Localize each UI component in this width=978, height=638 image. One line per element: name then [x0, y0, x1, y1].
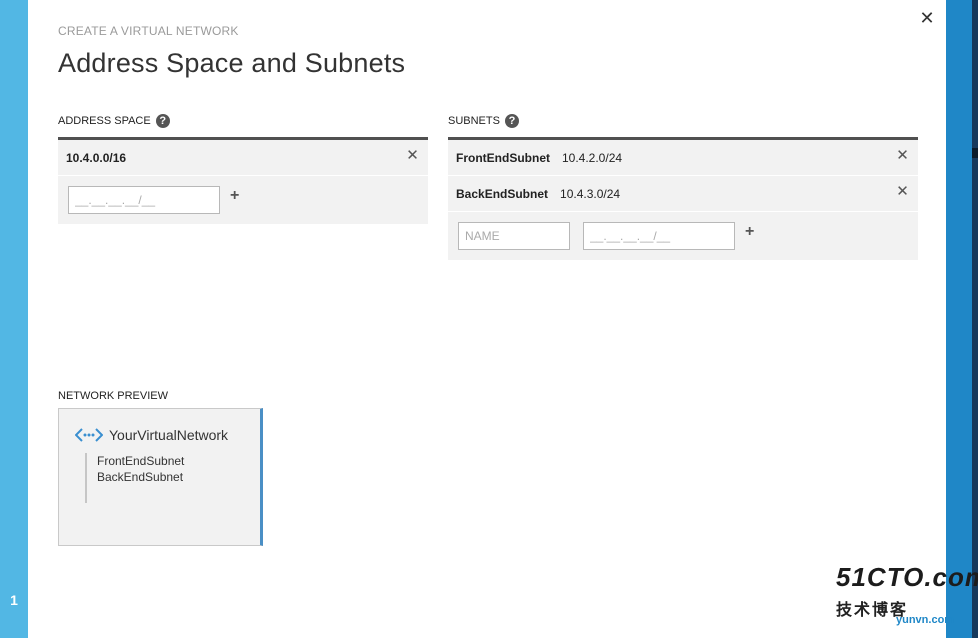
wizard-dialog: ✕ CREATE A VIRTUAL NETWORK Address Space… [28, 0, 946, 638]
right-edge-stripe [972, 0, 978, 638]
close-icon[interactable]: ✕ [918, 9, 936, 27]
new-address-space-row: + [58, 176, 428, 224]
preview-subnet-item: FrontEndSubnet [97, 454, 185, 468]
address-space-label-text: ADDRESS SPACE [58, 115, 151, 127]
network-preview-card: YourVirtualNetwork FrontEndSubnet BackEn… [58, 408, 263, 546]
preview-subnet-list: FrontEndSubnet BackEndSubnet [85, 453, 184, 503]
subnets-help-icon[interactable]: ? [504, 114, 519, 128]
right-edge-rail [946, 0, 978, 638]
subnet-row: FrontEndSubnet 10.4.2.0/24 ✕ [448, 140, 918, 176]
address-space-label: ADDRESS SPACE ? [58, 114, 170, 128]
subnets-label: SUBNETS ? [448, 114, 519, 128]
address-space-help-icon[interactable]: ? [155, 114, 170, 128]
watermark-line-1: 51CTO.com [836, 562, 978, 592]
step-number[interactable]: 1 [0, 592, 28, 608]
address-space-row: 10.4.0.0/16 ✕ [58, 140, 428, 176]
subnet-cidr: 10.4.2.0/24 [561, 150, 623, 165]
right-edge-notch [972, 148, 978, 158]
add-address-space-plus-icon[interactable]: + [230, 187, 239, 205]
remove-address-space-close-icon[interactable]: ✕ [405, 148, 420, 163]
subnets-panel: FrontEndSubnet 10.4.2.0/24 ✕ BackEndSubn… [448, 137, 918, 260]
add-subnet-plus-icon[interactable]: + [745, 223, 754, 241]
subnet-name-input[interactable] [458, 222, 570, 250]
subnets-label-text: SUBNETS [448, 115, 500, 127]
subnet-cidr: 10.4.3.0/24 [560, 186, 621, 201]
address-space-panel: 10.4.0.0/16 ✕ + [58, 137, 428, 224]
left-step-rail: 1 [0, 0, 28, 638]
new-subnet-row: + [448, 212, 918, 260]
network-preview-label-text: NETWORK PREVIEW [58, 390, 169, 402]
virtual-network-icon [75, 428, 103, 442]
new-address-space-input[interactable] [68, 186, 220, 214]
network-preview-label: NETWORK PREVIEW [58, 390, 168, 402]
watermark-line-3: yunvn.com [896, 614, 955, 626]
address-space-cidr: 10.4.0.0/16 [66, 150, 127, 165]
subnet-row: BackEndSubnet 10.4.3.0/24 ✕ [448, 176, 918, 212]
page-title: Address Space and Subnets [58, 48, 406, 78]
preview-network-name: YourVirtualNetwork [109, 427, 229, 443]
subnet-name: BackEndSubnet [456, 186, 549, 201]
remove-subnet-close-icon[interactable]: ✕ [895, 184, 910, 199]
wizard-caption: CREATE A VIRTUAL NETWORK [58, 24, 239, 38]
watermark: 51CTO.com 技术博客 yunvn.com [830, 562, 978, 632]
subnet-name: FrontEndSubnet [456, 150, 550, 165]
subnet-cidr-input[interactable] [583, 222, 735, 250]
remove-subnet-close-icon[interactable]: ✕ [895, 148, 910, 163]
preview-subnet-item: BackEndSubnet [97, 470, 184, 484]
